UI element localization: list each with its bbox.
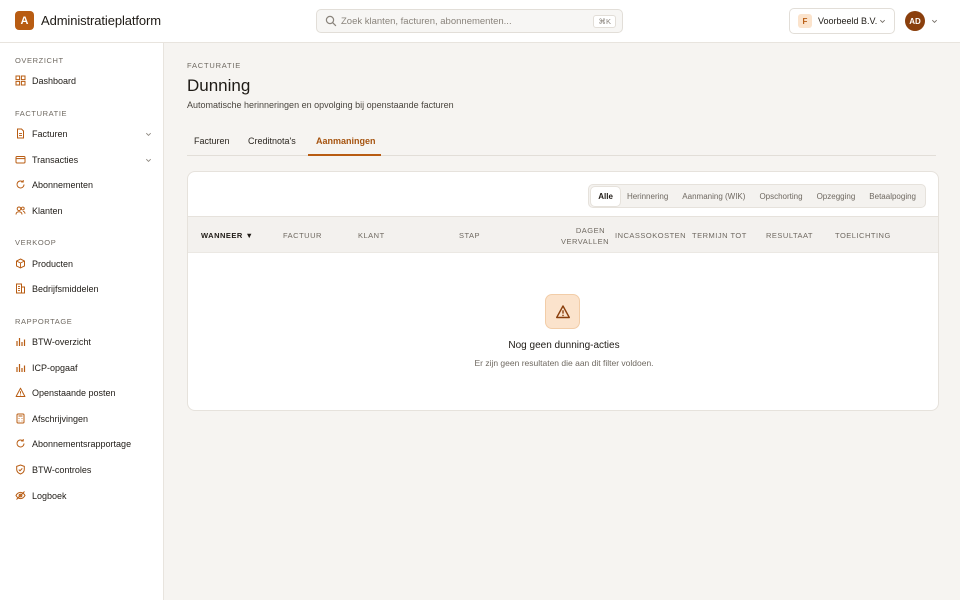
search-shortcut: ⌘K xyxy=(593,15,616,28)
tab-aanmaningen[interactable]: Aanmaningen xyxy=(316,136,376,146)
sidebar-item-klanten[interactable]: Klanten xyxy=(8,200,156,222)
sidebar-item-label: BTW-controles xyxy=(32,465,92,475)
sidebar-item-btw-controles[interactable]: BTW-controles xyxy=(8,459,156,481)
users-icon xyxy=(15,206,26,215)
sidebar-item-producten[interactable]: Producten xyxy=(8,253,156,275)
filter-herinnering[interactable]: Herinnering xyxy=(620,187,675,206)
filter-alle[interactable]: Alle xyxy=(591,186,620,206)
sidebar-item-label: Abonnementsrapportage xyxy=(32,439,132,449)
sidebar-item-label: Transacties xyxy=(32,155,79,165)
sidebar-item-label: Bedrijfsmiddelen xyxy=(32,284,99,294)
empty-state-text: Er zijn geen resultaten die aan dit filt… xyxy=(474,358,654,368)
column-header-dagen-vervallen[interactable]: DAGEN VERVALLEN xyxy=(561,225,609,247)
column-header-klant[interactable]: KLANT xyxy=(358,231,385,240)
sidebar-item-label: BTW-overzicht xyxy=(32,337,91,347)
building-icon xyxy=(16,283,25,294)
org-name: Voorbeeld B.V. xyxy=(818,16,878,26)
refresh-icon xyxy=(16,439,25,448)
page-subtitle: Automatische herinneringen en opvolging … xyxy=(187,100,454,110)
dunning-card: Alle Herinnering Aanmaning (WIK) Opschor… xyxy=(187,171,939,411)
sidebar-item-label: ICP-opgaaf xyxy=(32,363,78,373)
empty-state-title: Nog geen dunning-acties xyxy=(508,340,620,351)
active-tab-indicator xyxy=(308,154,381,156)
chevron-down-icon[interactable] xyxy=(931,18,938,25)
sidebar-item-abonnementen[interactable]: Abonnementen xyxy=(8,174,156,196)
sidebar-item-logboek[interactable]: Logboek xyxy=(8,485,156,507)
warning-icon xyxy=(555,304,570,318)
bar-chart-icon xyxy=(16,364,26,372)
column-header-incassokosten[interactable]: INCASSOKOSTEN xyxy=(615,231,686,240)
sidebar-item-icp-opgaaf[interactable]: ICP-opgaaf xyxy=(8,357,156,379)
main-content: FACTURATIE Dunning Automatische herinner… xyxy=(165,43,960,600)
sidebar-item-label: Afschrijvingen xyxy=(32,414,89,424)
sidebar-item-label: Logboek xyxy=(32,491,67,501)
filter-betaalpoging[interactable]: Betaalpoging xyxy=(862,187,923,206)
sidebar-item-facturen[interactable]: Facturen xyxy=(8,123,156,145)
column-header-resultaat[interactable]: RESULTAAT xyxy=(766,231,813,240)
box-icon xyxy=(16,258,25,269)
sort-desc-icon: ▼ xyxy=(245,231,254,240)
sidebar-item-label: Openstaande posten xyxy=(32,388,116,398)
user-avatar[interactable]: AD xyxy=(905,11,925,31)
empty-state-icon xyxy=(545,294,580,329)
tab-bar: Facturen Creditnota's Aanmaningen xyxy=(187,127,936,156)
sidebar-item-label: Facturen xyxy=(32,129,68,139)
organization-switcher[interactable]: F Voorbeeld B.V. xyxy=(789,8,895,34)
search-placeholder: Zoek klanten, facturen, abonnementen... xyxy=(341,16,512,27)
chevron-down-icon xyxy=(880,19,885,23)
chevron-down-icon xyxy=(146,132,151,136)
sidebar-item-dashboard[interactable]: Dashboard xyxy=(8,70,156,92)
sidebar-group-rapportage: RAPPORTAGE xyxy=(15,317,73,326)
sidebar-item-afschrijvingen[interactable]: Afschrijvingen xyxy=(8,408,156,430)
tab-creditnotas[interactable]: Creditnota's xyxy=(248,136,296,146)
bar-chart-icon xyxy=(16,338,26,346)
grid-icon xyxy=(15,75,26,86)
sidebar-item-label: Dashboard xyxy=(32,76,77,86)
sidebar-group-overzicht: OVERZICHT xyxy=(15,56,64,65)
top-bar: A Administratieplatform Zoek klanten, fa… xyxy=(0,0,960,43)
app-logo[interactable]: A xyxy=(15,11,34,30)
sidebar-item-label: Klanten xyxy=(32,206,63,216)
search-icon xyxy=(325,15,337,27)
sidebar-item-openstaande-posten[interactable]: Openstaande posten xyxy=(8,382,156,404)
column-header-factuur[interactable]: FACTUUR xyxy=(283,231,322,240)
filter-segmented-control: Alle Herinnering Aanmaning (WIK) Opschor… xyxy=(588,184,926,208)
filter-opschorting[interactable]: Opschorting xyxy=(752,187,809,206)
card-icon xyxy=(15,156,26,164)
page-title: Dunning xyxy=(187,76,251,95)
sidebar-item-label: Producten xyxy=(32,259,74,269)
filter-aanmaning-wik[interactable]: Aanmaning (WIK) xyxy=(675,187,752,206)
eye-off-icon xyxy=(15,491,26,500)
filter-opzegging[interactable]: Opzegging xyxy=(810,187,863,206)
calculator-icon xyxy=(16,413,25,424)
refresh-icon xyxy=(16,180,25,189)
page-eyebrow: FACTURATIE xyxy=(187,61,242,70)
sidebar: OVERZICHT Dashboard FACTURATIE Facturen … xyxy=(0,43,164,600)
warning-icon xyxy=(15,387,26,397)
org-initial: F xyxy=(798,14,812,28)
column-header-toelichting[interactable]: TOELICHTING xyxy=(835,231,891,240)
table-header: WANNEER ▼ FACTUUR KLANT STAP DAGEN VERVAL… xyxy=(188,216,938,253)
sidebar-item-btw-overzicht[interactable]: BTW-overzicht xyxy=(8,331,156,353)
shield-check-icon xyxy=(16,464,25,475)
sidebar-item-abonnementsrapportage[interactable]: Abonnementsrapportage xyxy=(8,433,156,455)
sidebar-item-bedrijfsmiddelen[interactable]: Bedrijfsmiddelen xyxy=(8,278,156,300)
column-header-wanneer[interactable]: WANNEER ▼ xyxy=(201,231,253,240)
column-header-stap[interactable]: STAP xyxy=(459,231,480,240)
app-title[interactable]: Administratieplatform xyxy=(41,13,161,28)
document-icon xyxy=(17,128,24,139)
sidebar-item-transacties[interactable]: Transacties xyxy=(8,149,156,171)
sidebar-group-verkoop: VERKOOP xyxy=(15,238,57,247)
column-header-termijn-tot[interactable]: TERMIJN TOT xyxy=(692,231,747,240)
chevron-down-icon xyxy=(146,158,151,162)
sidebar-group-facturatie: FACTURATIE xyxy=(15,109,68,118)
search-input[interactable]: Zoek klanten, facturen, abonnementen... … xyxy=(316,9,623,33)
sidebar-item-label: Abonnementen xyxy=(32,180,94,190)
tab-facturen[interactable]: Facturen xyxy=(194,136,230,146)
